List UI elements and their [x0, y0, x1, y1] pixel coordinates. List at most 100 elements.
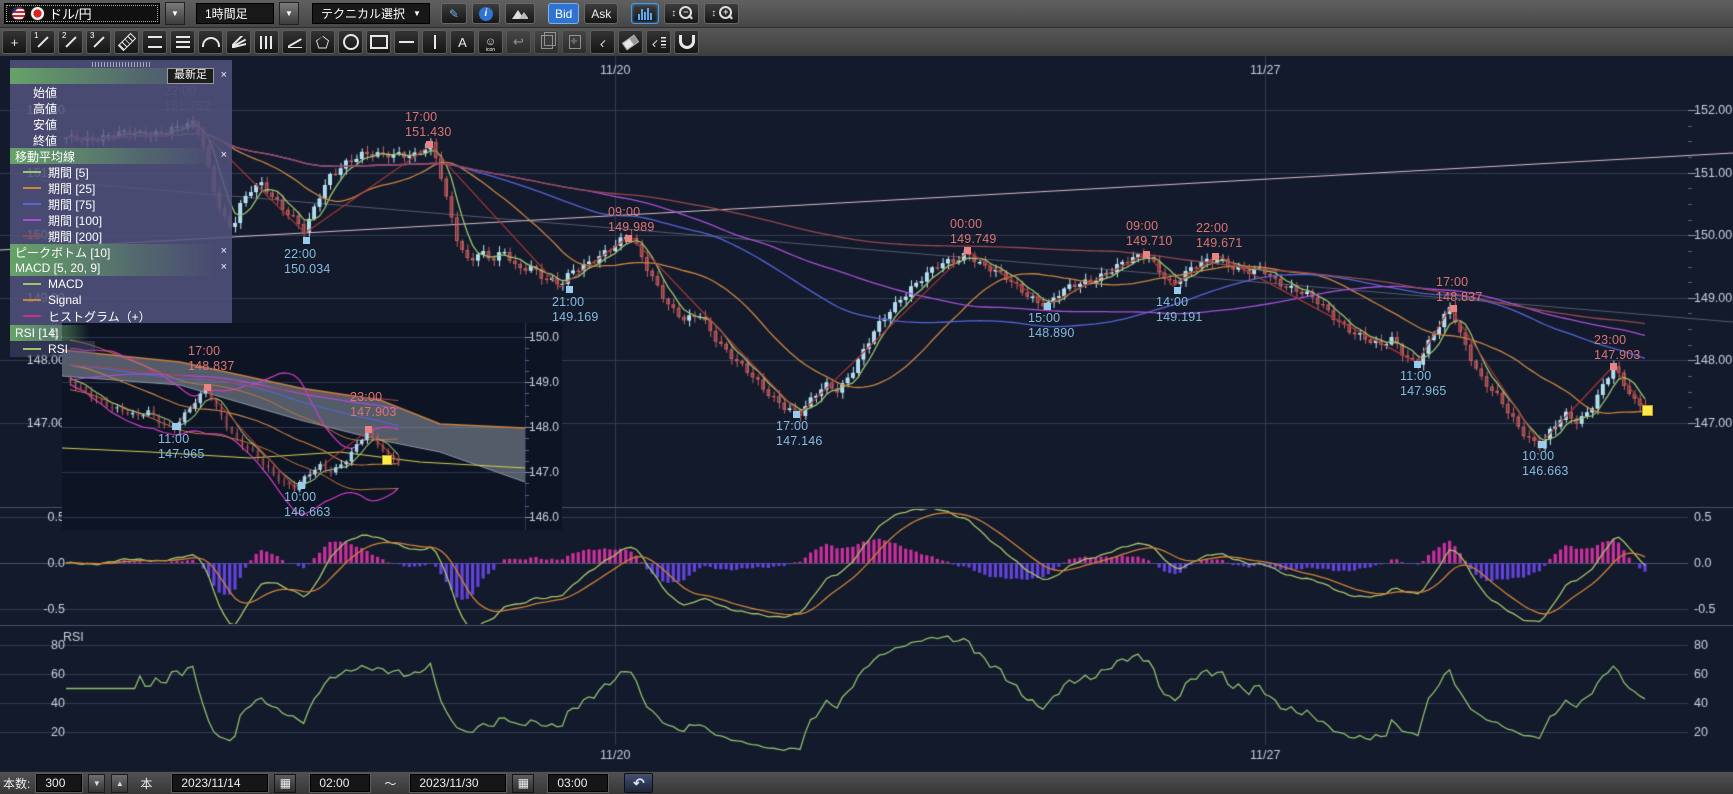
legend-item: 始値: [10, 84, 232, 100]
parallel-lines-tool[interactable]: [142, 30, 167, 54]
calendar-from-button[interactable]: ▦: [274, 774, 296, 793]
price-annotation: 17:00 148.837: [1436, 275, 1483, 305]
drag-page-tool[interactable]: [562, 30, 587, 54]
legend-drag-handle[interactable]: [92, 62, 150, 67]
icon-stamp-tool[interactable]: ☺icon: [478, 30, 503, 54]
settings-list-tool[interactable]: ⌐: [646, 30, 671, 54]
price-annotation: 09:00 149.989: [608, 205, 655, 235]
wrench-tool[interactable]: ⌐: [590, 30, 615, 54]
latest-bar-button[interactable]: 最新足: [167, 68, 214, 84]
reset-range-button[interactable]: ↶: [624, 773, 653, 793]
arc-tool[interactable]: [198, 30, 223, 54]
close-icon[interactable]: ×: [221, 149, 227, 162]
ask-button[interactable]: Ask: [584, 3, 618, 24]
top-toolbar: ドル/円 ▼ 1時間足 ▼ テクニカル選択 ▼ ✎ i Bid Ask ↕ − …: [0, 0, 1733, 27]
horizontal-line-tool[interactable]: [394, 30, 419, 54]
rectangle-tool[interactable]: [366, 30, 391, 54]
vertical-zoom-out-button[interactable]: ↕ −: [664, 3, 699, 24]
bar-count-value: 300: [45, 776, 65, 790]
price-annotation: 15:00 148.890: [1028, 311, 1075, 341]
timeframe-selector[interactable]: 1時間足: [196, 3, 274, 24]
legend-item: 安値: [10, 116, 232, 132]
legend-header: 移動平均線×: [10, 148, 232, 164]
price-annotation: 10:00 146.663: [1522, 449, 1569, 479]
ruler-tool[interactable]: [114, 30, 139, 54]
chevron-down-icon: ▼: [413, 9, 421, 18]
jp-flag-icon: [30, 6, 45, 21]
close-icon[interactable]: ×: [221, 69, 227, 82]
trendline1-tool[interactable]: 1: [30, 30, 55, 54]
gann-line-tool[interactable]: [282, 30, 307, 54]
tick-chart-button[interactable]: [631, 3, 659, 24]
price-annotation: 11:00 147.965: [1400, 369, 1447, 399]
calendar-icon: ▦: [518, 776, 529, 790]
legend-header: RSI [14]: [10, 325, 90, 341]
swing-marker: [172, 423, 179, 430]
legend-swatch: [23, 283, 41, 285]
legend-label: 高値: [10, 100, 57, 117]
price-annotation: 21:00 149.169: [552, 295, 599, 325]
copy-tool[interactable]: [534, 30, 559, 54]
history-tool[interactable]: ↩: [506, 30, 531, 54]
pentagon-tool[interactable]: [310, 30, 335, 54]
legend-item: RSI: [10, 341, 95, 357]
swing-marker: [1414, 361, 1421, 368]
legend-header: ピークボトム [10]×: [10, 244, 232, 260]
currency-pair-selector[interactable]: ドル/円: [4, 3, 160, 24]
date-to-input[interactable]: 2023/11/30: [410, 774, 506, 792]
legend-label: RSI [14]: [10, 326, 58, 340]
legend-label: 期間 [5]: [48, 164, 89, 181]
vertical-zoom-in-button[interactable]: ↕ +: [704, 3, 739, 24]
swing-marker: [793, 411, 800, 418]
close-icon[interactable]: ×: [221, 261, 227, 274]
swing-marker: [566, 286, 573, 293]
legend-item: 期間 [5]: [10, 164, 232, 180]
calendar-to-button[interactable]: ▦: [512, 774, 534, 793]
eraser-tool[interactable]: [618, 30, 643, 54]
bar-unit-label: 本: [140, 775, 152, 792]
time-from-input[interactable]: 02:00: [310, 774, 370, 792]
circle-tool[interactable]: [338, 30, 363, 54]
zoom-out-icon: −: [677, 6, 692, 21]
swing-marker: [1143, 251, 1150, 258]
legend-swatch: [23, 299, 41, 301]
trendline2-tool[interactable]: 2: [58, 30, 83, 54]
pencil-button[interactable]: ✎: [441, 3, 467, 24]
currency-pair-dropdown-button[interactable]: ▼: [165, 2, 185, 25]
time-to-input[interactable]: 03:00: [548, 774, 608, 792]
technical-select-button[interactable]: テクニカル選択 ▼: [312, 3, 430, 24]
bid-button[interactable]: Bid: [548, 3, 579, 24]
multi-hline-tool[interactable]: [170, 30, 195, 54]
bar-count-up-button[interactable]: ▲: [111, 774, 128, 793]
legend-header: 最新足 ×: [10, 68, 232, 84]
legend-label: 期間 [200]: [48, 228, 102, 245]
legend-item: Signal: [10, 292, 232, 308]
date-from-input[interactable]: 2023/11/14: [172, 774, 268, 792]
trendline3-tool[interactable]: 3: [86, 30, 111, 54]
bar-count-input[interactable]: 300: [36, 774, 82, 792]
updown-arrow-icon: ↕: [671, 8, 676, 19]
swing-marker: [303, 237, 310, 244]
crosshair-tool[interactable]: +: [2, 30, 27, 54]
legend-label: 終値: [10, 132, 57, 149]
legend-swatch: [23, 235, 41, 237]
fan-lines-tool[interactable]: [226, 30, 251, 54]
text-tool[interactable]: A: [450, 30, 475, 54]
vertical-line-tool[interactable]: [422, 30, 447, 54]
info-icon: i: [479, 7, 493, 21]
vertical-lines-tool[interactable]: [254, 30, 279, 54]
bar-count-down-button[interactable]: ▼: [88, 774, 105, 793]
timeframe-label: 1時間足: [205, 5, 248, 22]
waveform-icon: [638, 8, 652, 20]
price-annotation: 14:00 149.191: [1156, 295, 1203, 325]
current-price-dot: [382, 455, 392, 465]
info-button[interactable]: i: [472, 3, 500, 24]
indicator-legend-rsi: RSI [14]RSI: [10, 325, 160, 357]
swing-marker: [964, 247, 971, 254]
time-from-value: 02:00: [319, 776, 349, 790]
timeframe-dropdown-button[interactable]: ▼: [279, 2, 299, 25]
close-icon[interactable]: ×: [221, 245, 227, 258]
price-annotation: 09:00 149.710: [1126, 219, 1173, 249]
area-chart-button[interactable]: [505, 3, 535, 24]
magnet-tool[interactable]: [674, 30, 699, 54]
